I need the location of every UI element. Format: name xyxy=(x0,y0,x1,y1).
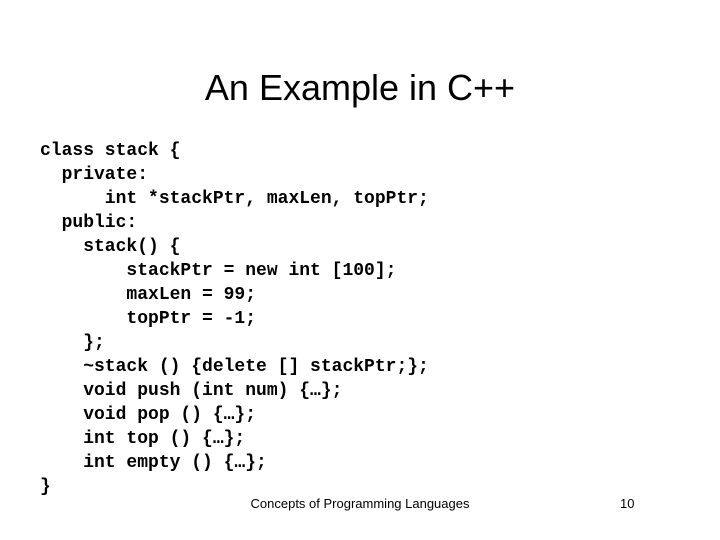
code-line: void pop () {…}; xyxy=(40,405,257,425)
code-line: void push (int num) {…}; xyxy=(40,381,343,401)
code-line: public: xyxy=(40,213,138,233)
slide-canvas: An Example in C++ class stack { private:… xyxy=(0,0,720,540)
code-line: int *stackPtr, maxLen, topPtr; xyxy=(40,189,429,209)
code-line: private: xyxy=(40,165,149,185)
slide-footer: Concepts of Programming Languages 10 xyxy=(0,494,720,516)
footer-title: Concepts of Programming Languages xyxy=(250,496,470,511)
code-block: class stack { private: int *stackPtr, ma… xyxy=(40,139,690,499)
code-line: int empty () {…}; xyxy=(40,453,267,473)
code-line: stack() { xyxy=(40,237,181,257)
code-line: maxLen = 99; xyxy=(40,285,257,305)
code-line: topPtr = -1; xyxy=(40,309,257,329)
slide-number: 10 xyxy=(620,496,635,511)
code-line: ~stack () {delete [] stackPtr;}; xyxy=(40,357,429,377)
code-line: }; xyxy=(40,333,105,353)
code-line: int top () {…}; xyxy=(40,429,246,449)
code-line: class stack { xyxy=(40,141,181,161)
code-line: stackPtr = new int [100]; xyxy=(40,261,397,281)
page-title: An Example in C++ xyxy=(204,67,516,108)
